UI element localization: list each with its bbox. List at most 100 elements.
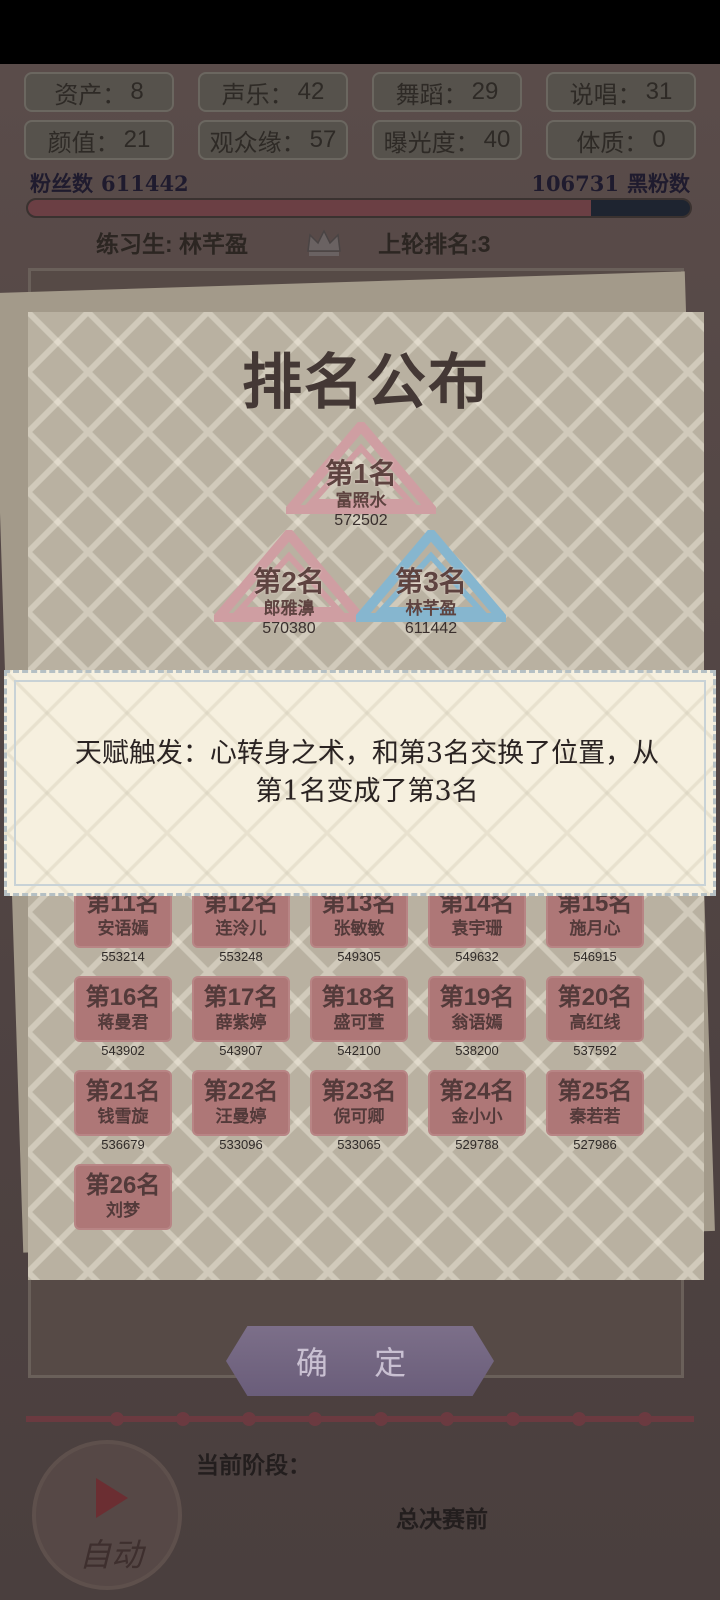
stat-looks: 颜值： 21 [24,120,174,160]
stage-dot [638,1412,652,1426]
rank-grid: 第11名 安语嫣 553214 第12名 连泠儿 553248 第13名 张敏敏 54930… [74,882,654,1248]
rank-tile: 第17名 薛紫婷 [192,976,290,1042]
anti-fans-value: 106731 [531,171,619,196]
fans-row: 粉丝数 611442 106731 黑粉数 [26,168,694,198]
rank-name: 蒋曼君 [97,1013,149,1032]
stat-value: 8 [130,78,144,105]
rank-number: 第23名 [321,1078,397,1105]
stat-label: 体质： [576,129,649,157]
stat-value: 57 [309,126,337,153]
trainee-name: 练习生: 林芊盈 [96,231,249,257]
fans-label: 粉丝数 [30,171,93,196]
podium-score: 572502 [334,512,388,529]
rank-score: 542100 [337,1043,381,1058]
rank-name: 倪可卿 [333,1107,385,1126]
auto-play-button[interactable]: 自动 [32,1440,182,1590]
rank-score: 538200 [455,1043,499,1058]
rank-name: 秦若若 [569,1107,621,1126]
podium-name: 富照水 [335,491,387,510]
stat-stamina: 体质： 0 [546,120,696,160]
stat-label: 资产： [54,81,127,109]
rank-number: 第18名 [321,984,397,1011]
rank-number: 第19名 [439,984,515,1011]
status-bar [0,0,720,64]
fans-count: 粉丝数 611442 [26,168,193,198]
stats-grid: 资产： 8 声乐： 42 舞蹈： 29 说唱： 31 颜值： 21 观众缘： 57 曝光度：… [24,72,696,160]
rank-score: 553214 [101,949,145,964]
rank-number: 第16名 [85,984,161,1011]
rank-tile: 第24名 金小小 [428,1070,526,1136]
rank-number: 第21名 [85,1078,161,1105]
rank-card: 第16名 蒋曼君 543902 [74,976,172,1060]
rank-card: 第22名 汪曼婷 533096 [192,1070,290,1154]
stat-value: 40 [483,126,511,153]
rank-score: 529788 [455,1137,499,1152]
rank-score: 533065 [337,1137,381,1152]
stage-dot [440,1412,454,1426]
stat-label: 颜值： [47,129,120,157]
notice-line-1: 天赋触发：心转身之术，和第3名交换了位置，从 [74,738,660,769]
rank-tile: 第16名蒋曼君 [74,976,172,1042]
rank-card: 第20名高红线 537592 [546,976,644,1060]
rank-score: 537592 [573,1043,617,1058]
stage-value: 总决赛前 [396,1506,488,1533]
stat-value: 29 [471,78,499,105]
podium-third: 第3名 林芊盈 611442 [356,530,506,637]
rank-score: 543907 [219,1043,263,1058]
podium-second: 第2名 郎雅濞 570380 [214,530,364,637]
rank-name: 刘梦 [106,1201,140,1220]
stage-dot [374,1412,388,1426]
rank-name: 翁语嫣 [451,1013,503,1032]
stage-progress-line [26,1416,694,1422]
rank-score: 533096 [219,1137,263,1152]
stage-label: 当前阶段： [196,1452,311,1479]
rank-tile: 第19名翁语嫣 [428,976,526,1042]
rank-name: 连泠儿 [215,919,267,938]
stat-label: 舞蹈： [395,81,468,109]
podium-name: 林芊盈 [405,599,457,618]
rank-card: 第21名 钱雪旋 536679 [74,1070,172,1154]
stat-vocal: 声乐： 42 [198,72,348,112]
fan-ratio-fill [28,200,592,216]
rank-name: 高红线 [569,1013,621,1032]
stat-label: 说唱： [569,81,642,109]
stat-label: 声乐： [221,81,294,109]
rank-tile: 第21名 钱雪旋 [74,1070,172,1136]
podium-score: 570380 [262,620,316,637]
rank-number: 第17名 [203,984,279,1011]
stat-value: 0 [652,126,666,153]
rank-score: 549632 [455,949,499,964]
rank-score: 527986 [573,1137,617,1152]
stage-dot [506,1412,520,1426]
rank-score: 536679 [101,1137,145,1152]
stat-exposure: 曝光度： 40 [372,120,522,160]
rank-name: 袁宇珊 [451,919,503,938]
talent-notice-popup[interactable]: 天赋触发：心转身之术，和第3名交换了位置，从 第1名变成了第3名 [4,670,716,896]
crown-icon [307,229,341,256]
rank-name: 安语嫣 [97,919,149,938]
rank-score: 549305 [337,949,381,964]
stat-dance: 舞蹈： 29 [372,72,522,112]
rank-tile: 第18名盛可萱 [310,976,408,1042]
auto-play-label: 自动 [78,1536,143,1574]
rank-card: 第26名 刘梦 [74,1164,172,1248]
rank-name: 张敏敏 [333,919,385,938]
stat-value: 21 [123,126,151,153]
rank-name: 汪曼婷 [215,1107,267,1126]
fans-value: 611442 [101,171,189,196]
rank-tile: 第22名 汪曼婷 [192,1070,290,1136]
stage-dot [176,1412,190,1426]
rank-number: 第20名 [557,984,633,1011]
rank-number: 第25名 [557,1078,633,1105]
rank-name: 盛可萱 [333,1013,385,1032]
stat-label: 观众缘： [209,129,306,157]
rank-tile: 第26名 刘梦 [74,1164,172,1230]
play-icon [96,1478,128,1518]
stage-dot [242,1412,256,1426]
rank-card: 第25名秦若若 527986 [546,1070,644,1154]
trainee-row: 练习生: 林芊盈 上轮排名:3 [96,224,556,260]
anti-fans-count: 106731 黑粉数 [527,168,694,198]
stat-assets: 资产： 8 [24,72,174,112]
confirm-button[interactable]: 确 定 [226,1326,494,1396]
stage-dot [110,1412,124,1426]
